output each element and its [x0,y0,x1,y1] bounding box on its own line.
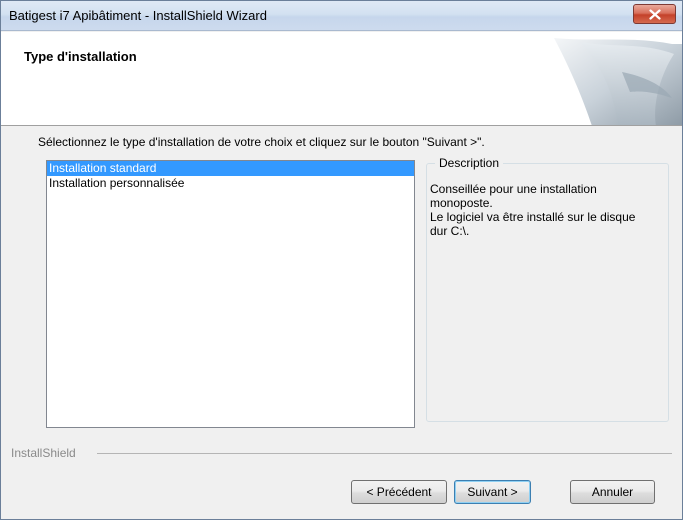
setup-type-list[interactable]: Installation standard Installation perso… [46,160,415,428]
description-group: Description Conseillée pour une installa… [426,156,669,422]
close-button[interactable] [633,4,676,24]
wizard-header: Type d'installation [1,32,682,126]
setup-type-item-standard[interactable]: Installation standard [47,161,414,176]
back-button[interactable]: < Précédent [351,480,447,504]
brand-label: InstallShield [11,446,81,460]
installshield-brand: InstallShield [1,446,683,460]
description-line-2: Le logiciel va être installé sur le disq… [430,210,636,238]
description-legend: Description [435,156,504,170]
page-title: Type d'installation [24,49,137,64]
next-button[interactable]: Suivant > [454,480,531,504]
brand-divider [97,453,672,454]
setup-type-item-custom[interactable]: Installation personnalisée [47,176,414,191]
installshield-wizard-window: Batigest i7 Apibâtiment - InstallShield … [0,0,683,520]
description-text: Conseillée pour une installation monopos… [430,182,655,238]
installshield-header-art-icon [554,38,682,125]
title-bar[interactable]: Batigest i7 Apibâtiment - InstallShield … [1,1,682,31]
close-icon [648,8,661,20]
window-title: Batigest i7 Apibâtiment - InstallShield … [9,8,267,23]
instruction-text: Sélectionnez le type d'installation de v… [38,135,485,149]
cancel-button[interactable]: Annuler [570,480,655,504]
description-line-1: Conseillée pour une installation monopos… [430,182,597,210]
